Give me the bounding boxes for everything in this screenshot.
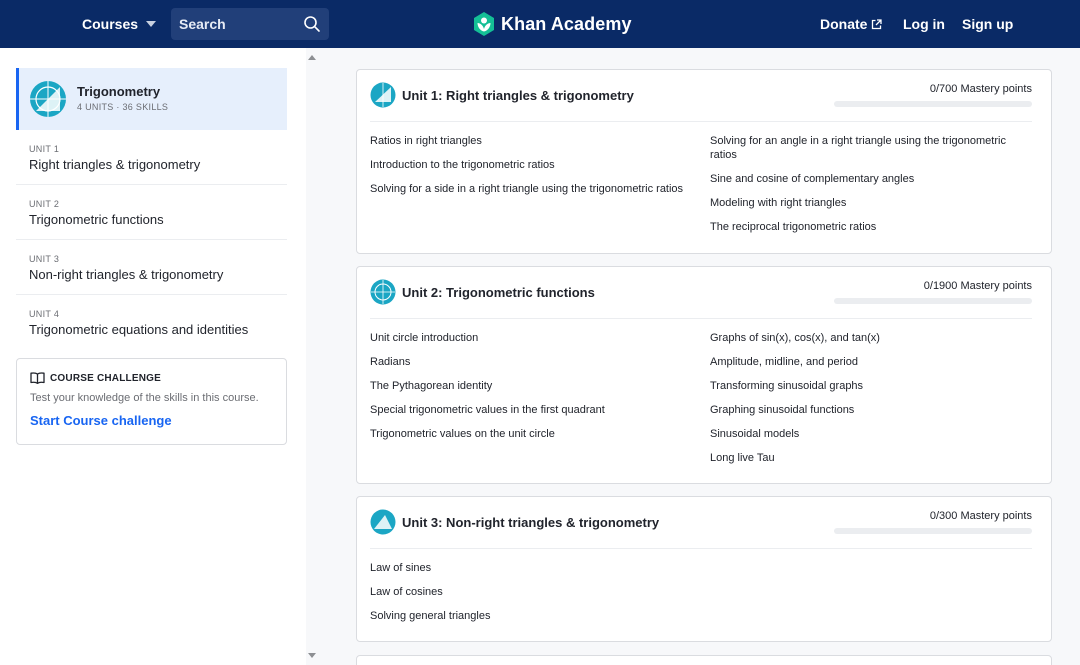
khan-academy-logo[interactable]: Khan Academy [473, 12, 632, 36]
divider [370, 318, 1032, 319]
unit-kicker: UNIT 1 [29, 144, 60, 154]
skill-link[interactable]: The reciprocal trigonometric ratios [710, 220, 1030, 234]
unit-title: Trigonometric functions [29, 212, 164, 227]
search-icon[interactable] [303, 15, 321, 33]
skill-link[interactable]: Unit circle introduction [370, 331, 700, 345]
chevron-down-icon [146, 21, 157, 27]
course-challenge-card: COURSE CHALLENGE Test your knowledge of … [16, 358, 287, 445]
skill-link[interactable]: Sine and cosine of complementary angles [710, 172, 1030, 186]
book-icon [30, 372, 45, 384]
skill-link[interactable]: Graphing sinusoidal functions [710, 403, 1030, 417]
search-input[interactable] [179, 16, 297, 32]
unit-title-link[interactable]: Unit 2: Trigonometric functions [402, 285, 595, 300]
skill-link[interactable]: Introduction to the trigonometric ratios [370, 158, 700, 172]
unit-kicker: UNIT 2 [29, 199, 60, 209]
mastery-points: 0/700 Mastery points [929, 83, 1032, 95]
sidebar-item-unit-2[interactable]: UNIT 2 Trigonometric functions [16, 185, 287, 240]
skills-column-left: Ratios in right triangles Introduction to… [370, 134, 700, 206]
scroll-down-arrow[interactable] [308, 653, 316, 658]
sidebar-item-unit-4[interactable]: UNIT 4 Trigonometric equations and ident… [16, 295, 287, 350]
divider [370, 121, 1032, 122]
logo-text: Khan Academy [501, 13, 632, 34]
mastery-points: 0/300 Mastery points [929, 510, 1032, 522]
unit-title: Right triangles & trigonometry [29, 157, 201, 172]
top-navigation-bar: Courses Khan Academy Donate Log in Sign … [0, 0, 1080, 48]
mastery-points: 0/1900 Mastery points [923, 280, 1032, 292]
mastery-progress-bar [834, 101, 1032, 107]
course-header[interactable]: Trigonometry 4 UNITS · 36 SKILLS [16, 68, 287, 130]
challenge-description: Test your knowledge of the skills in thi… [30, 392, 259, 404]
login-link[interactable]: Log in [903, 0, 945, 48]
skill-link[interactable]: Transforming sinusoidal graphs [710, 379, 1030, 393]
search-box[interactable] [171, 8, 329, 40]
skill-link[interactable]: Law of cosines [370, 585, 700, 599]
skill-link[interactable]: Radians [370, 355, 700, 369]
skills-column-left: Unit circle introduction Radians The Pytha… [370, 331, 700, 451]
unit-title: Trigonometric equations and identities [29, 322, 249, 337]
unit-kicker: UNIT 4 [29, 309, 60, 319]
unit-2-icon [370, 279, 396, 305]
skill-link[interactable]: Law of sines [370, 561, 700, 575]
skill-link[interactable]: Solving general triangles [370, 609, 700, 623]
unit-kicker: UNIT 3 [29, 254, 60, 264]
skill-link[interactable]: Sinusoidal models [710, 427, 1030, 441]
skill-link[interactable]: Trigonometric values on the unit circle [370, 427, 700, 441]
skill-link[interactable]: Solving for an angle in a right triangle… [710, 134, 1030, 162]
start-course-challenge-link[interactable]: Start Course challenge [30, 413, 172, 428]
divider [370, 548, 1032, 549]
unit-card-2: Unit 2: Trigonometric functions 0/1900 M… [356, 266, 1052, 484]
unit-card-1: Unit 1: Right triangles & trigonometry 0… [356, 69, 1052, 254]
unit-title-link[interactable]: Unit 1: Right triangles & trigonometry [402, 88, 634, 103]
mastery-progress-bar [834, 298, 1032, 304]
courses-label: Courses [82, 16, 139, 32]
unit-1-icon [370, 82, 396, 108]
skills-column-left: Law of sines Law of cosines Solving genera… [370, 561, 700, 633]
skill-link[interactable]: Graphs of sin(x), cos(x), and tan(x) [710, 331, 1030, 345]
sidebar-item-unit-3[interactable]: UNIT 3 Non-right triangles & trigonometr… [16, 240, 287, 295]
challenge-heading-text: COURSE CHALLENGE [50, 372, 161, 384]
skill-link[interactable]: Long live Tau [710, 451, 1030, 465]
skills-column-right: Solving for an angle in a right triangle… [710, 134, 1030, 244]
skill-link[interactable]: Modeling with right triangles [710, 196, 1030, 210]
skill-link[interactable]: Amplitude, midline, and period [710, 355, 1030, 369]
unit-card-3: Unit 3: Non-right triangles & trigonomet… [356, 496, 1052, 642]
khan-academy-leaf-icon [474, 12, 494, 36]
skills-column-right: Graphs of sin(x), cos(x), and tan(x) Ampl… [710, 331, 1030, 475]
scroll-up-arrow[interactable] [308, 55, 316, 60]
mastery-progress-bar [834, 528, 1032, 534]
skill-link[interactable]: The Pythagorean identity [370, 379, 700, 393]
trigonometry-course-icon [30, 81, 66, 117]
skill-link[interactable]: Ratios in right triangles [370, 134, 700, 148]
course-challenge-heading: COURSE CHALLENGE [30, 372, 161, 384]
course-meta: 4 UNITS · 36 SKILLS [77, 102, 169, 112]
skill-link[interactable]: Special trigonometric values in the firs… [370, 403, 700, 417]
external-link-icon [872, 18, 883, 29]
unit-title: Non-right triangles & trigonometry [29, 267, 224, 282]
unit-card-4-partial [356, 655, 1052, 665]
skill-link[interactable]: Solving for a side in a right triangle u… [370, 182, 700, 196]
donate-link[interactable]: Donate [820, 0, 883, 48]
courses-menu-button[interactable]: Courses [82, 0, 157, 48]
course-title: Trigonometry [77, 84, 161, 99]
donate-label: Donate [820, 16, 868, 32]
signup-link[interactable]: Sign up [962, 0, 1013, 48]
unit-3-icon [370, 509, 396, 535]
sidebar-item-unit-1[interactable]: UNIT 1 Right triangles & trigonometry [16, 130, 287, 185]
course-sidebar: Trigonometry 4 UNITS · 36 SKILLS UNIT 1 … [0, 48, 306, 665]
unit-title-link[interactable]: Unit 3: Non-right triangles & trigonomet… [402, 515, 659, 530]
